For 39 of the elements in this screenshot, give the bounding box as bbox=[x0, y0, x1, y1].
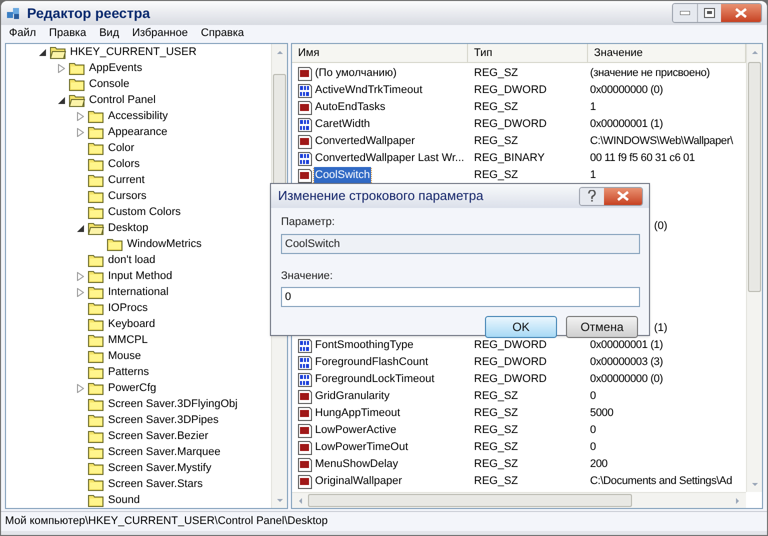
value-cell-text: 0x00000001 (1) bbox=[589, 117, 663, 132]
type-cell-text: REG_BINARY bbox=[473, 151, 546, 166]
value-cell-text: 0 bbox=[589, 440, 596, 456]
window-title: Редактор реестра bbox=[27, 4, 150, 23]
value-cell-text: C:\WINDOWS\Web\Wallpaper\ bbox=[589, 134, 733, 150]
value-cell-text: 0 bbox=[589, 389, 596, 404]
value-cell-text: (0) bbox=[654, 219, 668, 234]
type-cell-text: REG_SZ bbox=[473, 168, 520, 184]
field-label: Параметр: bbox=[281, 215, 336, 230]
type-cell-text: REG_SZ bbox=[473, 406, 520, 422]
value-cell-text: 5000 bbox=[589, 406, 614, 422]
type-cell-text: REG_DWORD bbox=[473, 338, 548, 354]
value-cell-text: 0x00000003 (3) bbox=[589, 355, 663, 370]
type-cell-text: REG_DWORD bbox=[473, 83, 548, 98]
value-cell-text: (значение не присвоено) bbox=[589, 66, 710, 82]
type-cell-text: REG_DWORD bbox=[473, 117, 548, 132]
value-cell-text: (1) bbox=[654, 321, 668, 336]
value-cell-text: 1 bbox=[589, 168, 596, 184]
value-cell-text: 0x00000001 (1) bbox=[589, 338, 663, 354]
type-cell-text: REG_SZ bbox=[473, 389, 520, 404]
type-cell-text: REG_SZ bbox=[473, 66, 520, 82]
type-cell-text: REG_SZ bbox=[473, 100, 520, 116]
dialog-title: Изменение строкового параметра bbox=[278, 187, 484, 206]
value-cell-text: 0x00000000 (0) bbox=[589, 83, 663, 98]
value-cell-text: 00 11 f9 f5 60 31 c6 01 bbox=[589, 151, 695, 166]
status-path: Мой компьютер\HKEY_CURRENT_USER\Control Panel\Desktop bbox=[5, 514, 328, 530]
type-cell-text: REG_SZ bbox=[473, 423, 520, 438]
value-cell-text: 0 bbox=[589, 423, 596, 438]
value-cell-text: C:\Documents and Settings\Ad bbox=[589, 474, 732, 490]
field-label: Значение: bbox=[281, 268, 334, 284]
type-cell-text: REG_SZ bbox=[473, 134, 520, 150]
type-cell-text: REG_SZ bbox=[473, 474, 520, 490]
value-cell-text: 0x00000000 (0) bbox=[589, 372, 663, 388]
type-cell-text: REG_SZ bbox=[473, 457, 520, 472]
type-cell-text: REG_SZ bbox=[473, 440, 520, 456]
type-cell-text: REG_DWORD bbox=[473, 355, 548, 370]
type-cell-text: REG_DWORD bbox=[473, 372, 548, 388]
value-cell-text: 200 bbox=[589, 457, 608, 472]
value-cell-text: 1 bbox=[589, 100, 596, 116]
